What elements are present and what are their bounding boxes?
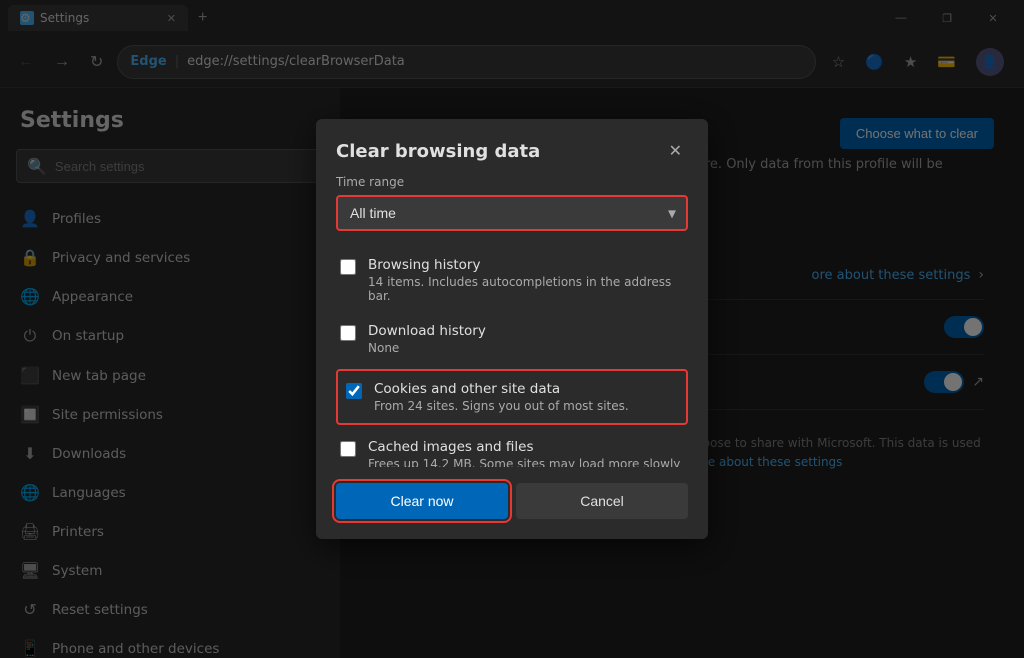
cached-text: Cached images and files Frees up 14.2 MB… [368, 439, 684, 467]
browsing-history-title: Browsing history [368, 257, 684, 273]
dialog-body: Time range All time Last 4 weeks Last 7 … [316, 175, 708, 467]
clear-now-button[interactable]: Clear now [336, 483, 508, 519]
time-range-wrapper: All time Last 4 weeks Last 7 days Last 2… [336, 195, 688, 231]
cookies-title: Cookies and other site data [374, 381, 629, 397]
checkbox-list: Browsing history 14 items. Includes auto… [336, 247, 688, 467]
dialog-footer: Clear now Cancel [316, 467, 708, 539]
modal-backdrop: Clear browsing data ✕ Time range All tim… [0, 0, 1024, 658]
cookies-desc: From 24 sites. Signs you out of most sit… [374, 399, 629, 413]
dialog-header: Clear browsing data ✕ [316, 119, 708, 175]
cookies-text: Cookies and other site data From 24 site… [374, 381, 629, 413]
download-history-checkbox[interactable] [340, 325, 356, 341]
time-range-select[interactable]: All time Last 4 weeks Last 7 days Last 2… [336, 195, 688, 231]
check-item-browsing-history: Browsing history 14 items. Includes auto… [336, 247, 688, 313]
check-item-cached: Cached images and files Frees up 14.2 MB… [336, 429, 688, 467]
time-range-label: Time range [336, 175, 688, 189]
download-history-desc: None [368, 341, 486, 355]
browsing-history-text: Browsing history 14 items. Includes auto… [368, 257, 684, 303]
cached-desc: Frees up 14.2 MB. Some sites may load mo… [368, 457, 684, 467]
dialog-close-button[interactable]: ✕ [663, 139, 688, 163]
cookies-checkbox[interactable] [346, 383, 362, 399]
browsing-history-checkbox[interactable] [340, 259, 356, 275]
check-item-download-history: Download history None [336, 313, 688, 365]
download-history-text: Download history None [368, 323, 486, 355]
browsing-history-desc: 14 items. Includes autocompletions in th… [368, 275, 684, 303]
download-history-title: Download history [368, 323, 486, 339]
cached-checkbox[interactable] [340, 441, 356, 457]
clear-browsing-data-dialog: Clear browsing data ✕ Time range All tim… [316, 119, 708, 539]
cancel-button[interactable]: Cancel [516, 483, 688, 519]
cached-title: Cached images and files [368, 439, 684, 455]
dialog-title: Clear browsing data [336, 141, 540, 162]
check-item-cookies: Cookies and other site data From 24 site… [336, 369, 688, 425]
